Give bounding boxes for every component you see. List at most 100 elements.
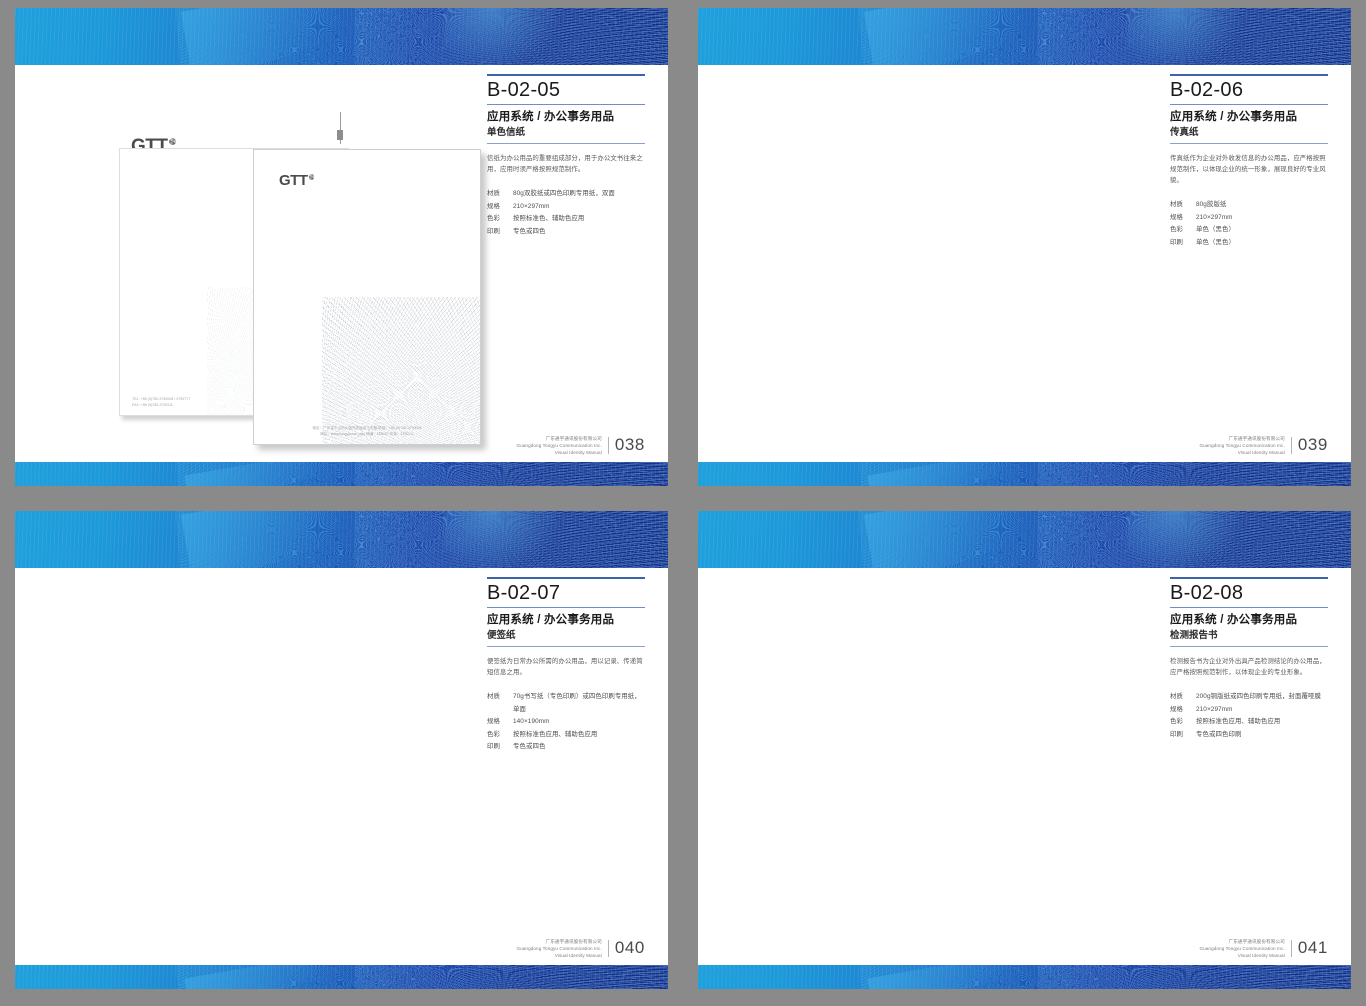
caption-block-041: B-02-08 应用系统 / 办公事务用品 检测报告书 检测报告书为企业对外出具… [1170, 577, 1328, 741]
footer-divider [607, 939, 609, 957]
caption-description: 便签纸为日常办公所需的办公用品，用以记录、传递简短信息之用。 [487, 657, 643, 677]
page-cell-040: GTT 地址：广东省中山市火炬开发区沿江东路 电话：0750-3790008 G… [0, 503, 683, 1006]
spec-key: 材质 [487, 693, 500, 701]
spec-key: 材质 [487, 190, 500, 198]
spec-row: 印刷 单色（黑色） [1170, 237, 1328, 249]
spec-value: 专色或四色 [513, 227, 546, 235]
caption-spec-list: 材质 200g铜版纸或四色印刷专用纸，封面覆哑膜 规格 210×297mm 色彩… [1170, 678, 1328, 741]
spec-key: 规格 [1170, 213, 1183, 221]
gtt-wordmark: GTT [279, 172, 308, 189]
page-footer-041: 广东通宇通讯股份有限公司 Guangdong Tongyu Communicat… [1199, 938, 1328, 959]
page-code: B-02-06 [1170, 79, 1244, 101]
banner-line-pattern [15, 511, 668, 568]
caption-spec-list: 材质 80g双胶纸或四色印刷专用纸，双面 规格 210×297mm 色彩 按照标… [487, 175, 645, 238]
banner-line-pattern [15, 965, 668, 989]
page-code: B-02-08 [1170, 582, 1244, 604]
spec-key: 色彩 [1170, 718, 1183, 726]
spec-row: 色彩 按照标准色应用、辅助色应用 [1170, 716, 1328, 728]
top-banner-040 [15, 511, 668, 568]
gtt-flower-mark [308, 174, 314, 180]
page-footer-039: 广东通宇通讯股份有限公司 Guangdong Tongyu Communicat… [1199, 435, 1328, 456]
spec-value: 210×297mm [1196, 705, 1233, 713]
spec-key: 印刷 [1170, 730, 1183, 738]
spec-value: 70g书写纸（专色印刷）或四色印刷专用纸，单面 [513, 693, 641, 713]
spec-key: 规格 [487, 718, 500, 726]
spec-value: 按照标准色应用、辅助色应用 [1196, 718, 1281, 726]
spec-value: 140×190mm [513, 718, 550, 726]
footer-imprint: 广东通宇通讯股份有限公司 Guangdong Tongyu Communicat… [516, 938, 602, 958]
caption-subtitle-sub: 单色信纸 [487, 126, 526, 138]
banner-line-pattern [15, 462, 668, 486]
spec-row: 材质 200g铜版纸或四色印刷专用纸，封面覆哑膜 [1170, 691, 1328, 703]
banner-line-pattern [698, 8, 1351, 65]
spec-value: 210×297mm [513, 202, 550, 210]
spec-value: 210×297mm [1196, 213, 1233, 221]
caption-subtitle-main: 应用系统 / 办公事务用品 [487, 614, 615, 626]
page-number: 041 [1297, 938, 1328, 958]
binder-clip-tab [337, 130, 343, 140]
bottom-banner-039 [698, 462, 1351, 486]
spec-value: 80g双胶纸或四色印刷专用纸，双面 [513, 190, 615, 198]
spec-value: 专色或四色印刷 [1196, 730, 1242, 738]
spec-value: 按照标准色应用、辅助色应用 [513, 730, 598, 738]
bottom-banner-040 [15, 965, 668, 989]
page-footer-038: 广东通宇通讯股份有限公司 Guangdong Tongyu Communicat… [516, 435, 645, 456]
footer-imprint: 广东通宇通讯股份有限公司 Guangdong Tongyu Communicat… [516, 435, 602, 455]
footer-imprint: 广东通宇通讯股份有限公司 Guangdong Tongyu Communicat… [1199, 938, 1285, 958]
banner-line-pattern [698, 511, 1351, 568]
page-041: GTT Guangdong Tongyu Communication Inc. … [698, 511, 1351, 989]
spec-row: 规格 210×297mm [1170, 212, 1328, 224]
spec-key: 规格 [1170, 705, 1183, 713]
caption-subtitle-sub: 传真纸 [1170, 126, 1199, 138]
page-040: GTT 地址：广东省中山市火炬开发区沿江东路 电话：0750-3790008 G… [15, 511, 668, 989]
caption-subtitle-main: 应用系统 / 办公事务用品 [487, 111, 615, 123]
caption-block-040: B-02-07 应用系统 / 办公事务用品 便签纸 便签纸为日常办公所需的办公用… [487, 577, 645, 754]
caption-subtitle-main: 应用系统 / 办公事务用品 [1170, 111, 1298, 123]
caption-description: 检测报告书为企业对外出具产品检测结论的办公用品，应严格按照规范制作，以体现企业的… [1170, 657, 1326, 677]
footer-imprint: 广东通宇通讯股份有限公司 Guangdong Tongyu Communicat… [1199, 435, 1285, 455]
page-number: 040 [614, 938, 645, 958]
top-banner-041 [698, 511, 1351, 568]
spec-row: 规格 210×297mm [487, 201, 645, 213]
spec-row: 色彩 单色（黑色） [1170, 224, 1328, 236]
page-cell-041: GTT Guangdong Tongyu Communication Inc. … [683, 503, 1366, 1006]
spec-value: 单色（黑色） [1196, 226, 1235, 234]
spec-value: 单色（黑色） [1196, 238, 1235, 246]
watermark-swirl [321, 297, 480, 444]
spec-row: 规格 210×297mm [1170, 704, 1328, 716]
caption-spec-list: 材质 80g胶版纸 规格 210×297mm 色彩 单色（黑色） 印刷 单色（黑… [1170, 186, 1328, 249]
caption-description: 信纸为办公用品的重要组成部分，用于办公文书往来之用，应用时须严格按照规范制作。 [487, 154, 643, 174]
spec-value: 专色或四色 [513, 743, 546, 751]
spec-row: 材质 70g书写纸（专色印刷）或四色印刷专用纸，单面 [487, 691, 645, 716]
spec-key: 色彩 [487, 215, 500, 223]
spec-row: 材质 80g双胶纸或四色印刷专用纸，双面 [487, 188, 645, 200]
gtt-flower-mark [168, 138, 176, 145]
caption-spec-list: 材质 70g书写纸（专色印刷）或四色印刷专用纸，单面 规格 140×190mm … [487, 678, 645, 753]
page-code: B-02-05 [487, 79, 561, 101]
manual-spread-grid: GTT TEL: +86 (0)750-3790008 / 3790777 FA… [0, 0, 1366, 1006]
spec-key: 印刷 [1170, 238, 1183, 246]
caption-description: 传真纸作为企业对外收发信息的办公用品，应严格按照规范制作，以体现企业的统一形象，… [1170, 154, 1326, 185]
caption-subtitle-sub: 检测报告书 [1170, 629, 1218, 641]
spec-key: 材质 [1170, 201, 1183, 209]
caption-subtitle-sub: 便签纸 [487, 629, 516, 641]
spec-key: 规格 [487, 202, 500, 210]
page-cell-038: GTT TEL: +86 (0)750-3790008 / 3790777 FA… [0, 0, 683, 503]
letterhead-sheet-front: GTT 地址：广东省中山市火炬开发区沿江东路 电话：+86 (0)750-379… [253, 149, 481, 445]
banner-line-pattern [698, 965, 1351, 989]
banner-line-pattern [698, 462, 1351, 486]
spec-row: 规格 140×190mm [487, 716, 645, 728]
page-code: B-02-07 [487, 582, 561, 604]
caption-subtitle-main: 应用系统 / 办公事务用品 [1170, 614, 1298, 626]
spec-row: 印刷 专色或四色 [487, 226, 645, 238]
top-banner-038 [15, 8, 668, 65]
caption-block-039: B-02-06 应用系统 / 办公事务用品 传真纸 传真纸作为企业对外收发信息的… [1170, 74, 1328, 249]
letterhead-inner-logo: GTT [279, 173, 314, 188]
page-039: GTT 日期 年 月 日 TO: 收件人： 公 司 传 真 紧急 [698, 8, 1351, 486]
bottom-banner-038 [15, 462, 668, 486]
page-number: 038 [614, 435, 645, 455]
page-cell-039: GTT 日期 年 月 日 TO: 收件人： 公 司 传 真 紧急 [683, 0, 1366, 503]
spec-value: 80g胶版纸 [1196, 201, 1227, 209]
spec-key: 印刷 [487, 743, 500, 751]
bottom-banner-041 [698, 965, 1351, 989]
